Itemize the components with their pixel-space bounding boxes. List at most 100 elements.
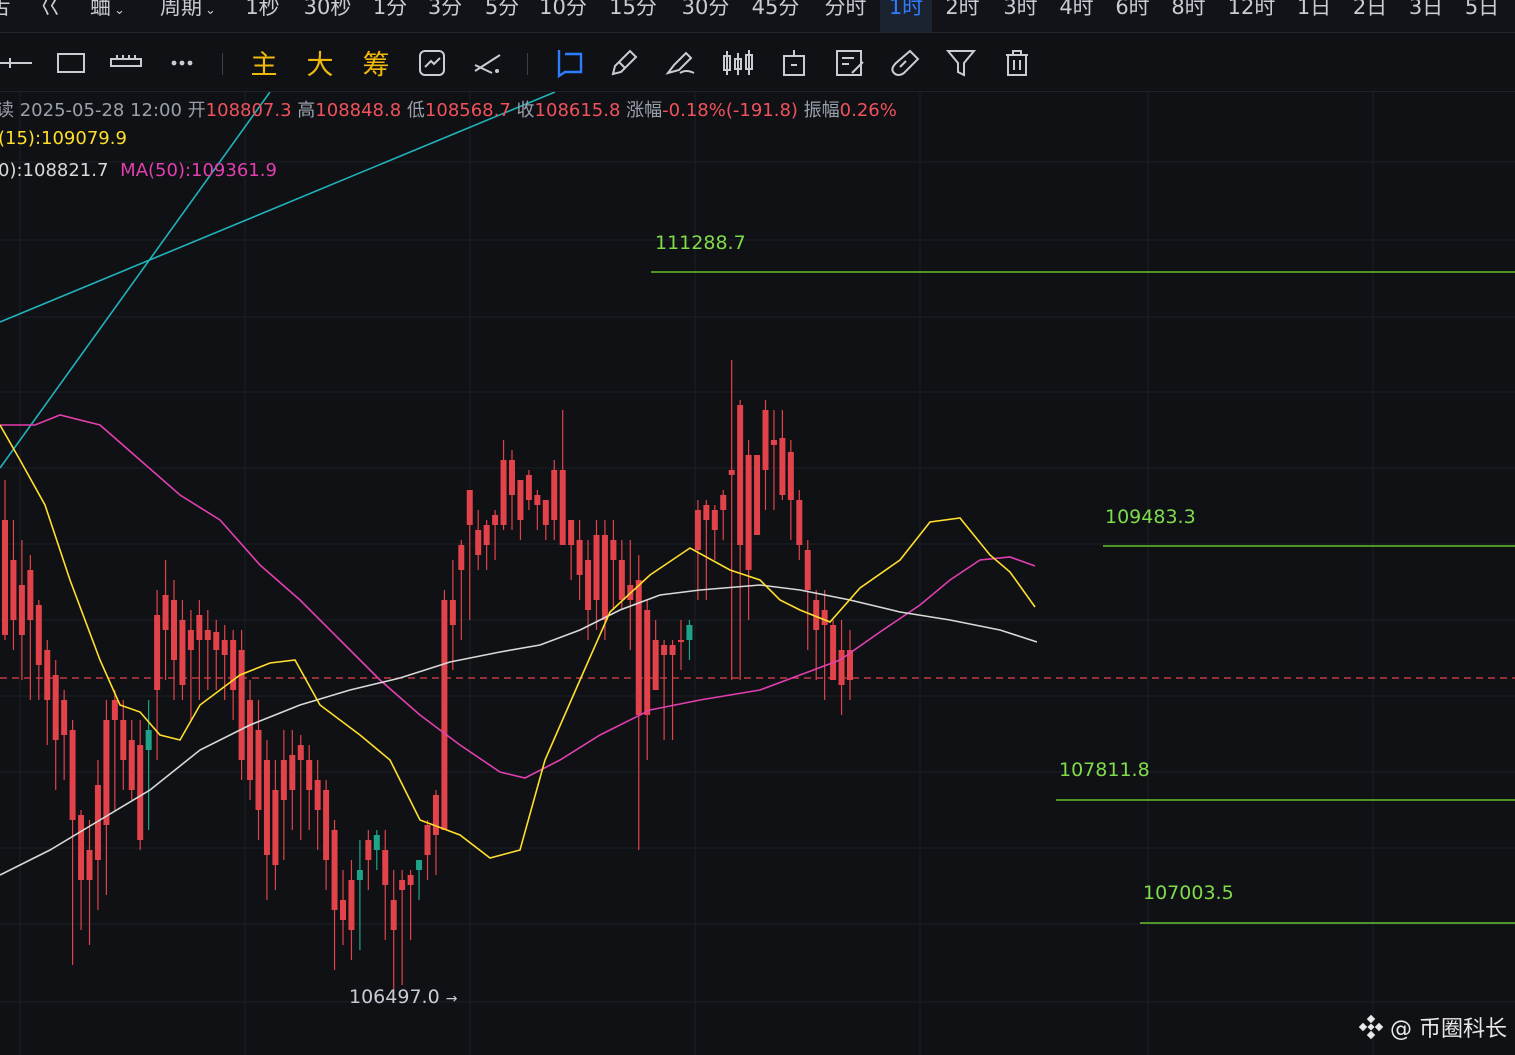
candle-body bbox=[449, 600, 456, 625]
candle-body bbox=[399, 880, 406, 890]
candle-body bbox=[830, 625, 837, 680]
timeframe-8[interactable]: 5分 bbox=[482, 0, 522, 32]
timeframe-4[interactable]: 1秒 bbox=[240, 0, 285, 32]
timeframe-label: 5分 bbox=[484, 0, 520, 19]
ohlc-info: 读 2025-05-28 12:00 开108807.3 高108848.8 低… bbox=[0, 96, 897, 122]
timeframe-13[interactable]: 分时 bbox=[818, 0, 873, 32]
timeframe-label: 巜 bbox=[39, 0, 61, 19]
candle-body bbox=[804, 550, 811, 590]
timeframe-1[interactable]: 巜 bbox=[30, 0, 70, 32]
candle-body bbox=[661, 645, 668, 655]
chevron-down-icon: ⌄ bbox=[205, 3, 216, 18]
binance-logo-icon bbox=[1358, 1014, 1384, 1040]
watermark-text: @ 币圈科长 bbox=[1390, 1017, 1507, 1042]
candle-body bbox=[365, 840, 372, 860]
filter-icon[interactable] bbox=[943, 45, 979, 81]
timeframe-11[interactable]: 30分 bbox=[678, 0, 733, 32]
candle-body bbox=[390, 900, 397, 930]
ohlc-prefix: 读 bbox=[0, 100, 14, 121]
candle-body bbox=[534, 495, 541, 505]
timeframe-2[interactable]: 蛐 ⌄ bbox=[80, 0, 135, 32]
candle-body bbox=[593, 535, 600, 600]
candle-body bbox=[466, 490, 473, 525]
candle-body bbox=[289, 755, 296, 790]
level-label-4: 107003.5 bbox=[1143, 882, 1234, 904]
close-value: 108615.8 bbox=[534, 100, 621, 121]
candle-body bbox=[382, 850, 389, 885]
timeframe-label: 3时 bbox=[1003, 0, 1038, 19]
large-order-button[interactable]: 大 bbox=[302, 43, 338, 82]
timeframe-15[interactable]: 2时 bbox=[940, 0, 985, 32]
candle-body bbox=[52, 675, 59, 740]
candle-body bbox=[644, 610, 651, 715]
candle-body bbox=[238, 650, 245, 760]
candle-body bbox=[314, 780, 321, 810]
timeframe-label: 2日 bbox=[1352, 0, 1388, 19]
candle-body bbox=[18, 585, 25, 635]
brush-icon[interactable] bbox=[662, 45, 698, 81]
candle-body bbox=[69, 730, 76, 820]
timeframe-10[interactable]: 15分 bbox=[608, 0, 658, 32]
chips-button[interactable]: 筹 bbox=[358, 43, 394, 82]
text-box-icon[interactable] bbox=[776, 45, 812, 81]
timeframe-17[interactable]: 4时 bbox=[1054, 0, 1099, 32]
timeframe-23[interactable]: 3日 bbox=[1406, 0, 1446, 32]
ruler-dots-icon[interactable] bbox=[108, 45, 144, 81]
timeframe-3[interactable]: 周期 ⌄ bbox=[148, 0, 228, 32]
candle-body bbox=[424, 825, 431, 855]
timeframe-label: 3分 bbox=[427, 0, 463, 19]
candle-body bbox=[610, 540, 617, 560]
rectangle-icon[interactable] bbox=[53, 45, 89, 81]
timeframe-0[interactable]: 舌 bbox=[0, 0, 20, 32]
trend-tool-icon[interactable] bbox=[470, 45, 506, 81]
timeframe-label: 周期 bbox=[160, 0, 203, 19]
pencil-icon[interactable] bbox=[606, 45, 642, 81]
timeframe-16[interactable]: 3时 bbox=[998, 0, 1043, 32]
ma15-readout: (15):109079.9 bbox=[0, 128, 127, 149]
candle-body bbox=[779, 438, 786, 495]
ma-mid-readout: 0):108821.7 bbox=[0, 160, 109, 181]
candle-body bbox=[247, 700, 254, 780]
candle-body bbox=[280, 760, 287, 800]
candle-body bbox=[483, 525, 490, 545]
ohlc-datetime: 2025-05-28 12:00 bbox=[19, 100, 182, 121]
timeframe-22[interactable]: 2日 bbox=[1350, 0, 1390, 32]
timeframe-12[interactable]: 45分 bbox=[748, 0, 803, 32]
timeframe-5[interactable]: 30秒 bbox=[300, 0, 355, 32]
candle-body bbox=[703, 505, 710, 520]
main-indicator-button[interactable]: 主 bbox=[246, 43, 282, 82]
timeframe-24[interactable]: 5日 bbox=[1462, 0, 1502, 32]
candle-body bbox=[27, 570, 34, 620]
timeframe-label: 5日 bbox=[1464, 0, 1500, 19]
candle-body bbox=[61, 700, 68, 735]
note-icon[interactable] bbox=[832, 45, 868, 81]
trash-icon[interactable] bbox=[999, 45, 1035, 81]
watermark: @ 币圈科长 bbox=[1358, 1011, 1507, 1043]
bookmark-icon[interactable] bbox=[551, 45, 587, 81]
more-icon[interactable] bbox=[164, 45, 200, 81]
timeframe-bar: 舌巜蛐⌄ 周期⌄ 1秒 30秒 1分 3分 5分 10分 15分 30分 45分分时1时2时 3时 4时… bbox=[0, 0, 1515, 33]
timeframe-6[interactable]: 1分 bbox=[370, 0, 410, 32]
timeframe-21[interactable]: 1日 bbox=[1294, 0, 1334, 32]
candles-icon[interactable] bbox=[720, 45, 756, 81]
candle-body bbox=[78, 815, 85, 880]
timeframe-19[interactable]: 8时 bbox=[1166, 0, 1211, 32]
candle-body bbox=[542, 500, 549, 525]
image-transform-icon[interactable] bbox=[414, 45, 450, 81]
candle-body bbox=[213, 632, 220, 650]
timeframe-9[interactable]: 10分 bbox=[538, 0, 588, 32]
magnet-icon[interactable] bbox=[888, 45, 924, 81]
crosshair-line-icon[interactable] bbox=[0, 45, 36, 81]
timeframe-7[interactable]: 3分 bbox=[425, 0, 465, 32]
timeframe-20[interactable]: 12时 bbox=[1224, 0, 1279, 32]
candle-body bbox=[678, 640, 684, 642]
level-label-1: 111288.7 bbox=[655, 232, 746, 254]
level-label-3: 107811.8 bbox=[1059, 759, 1150, 781]
timeframe-label: 30分 bbox=[681, 0, 730, 19]
timeframe-18[interactable]: 6时 bbox=[1110, 0, 1155, 32]
candle-body bbox=[154, 615, 161, 690]
candlestick-chart[interactable] bbox=[0, 92, 1515, 1055]
timeframe-label: 45分 bbox=[751, 0, 800, 19]
candle-body bbox=[416, 860, 423, 870]
timeframe-14[interactable]: 1时 bbox=[880, 0, 932, 32]
